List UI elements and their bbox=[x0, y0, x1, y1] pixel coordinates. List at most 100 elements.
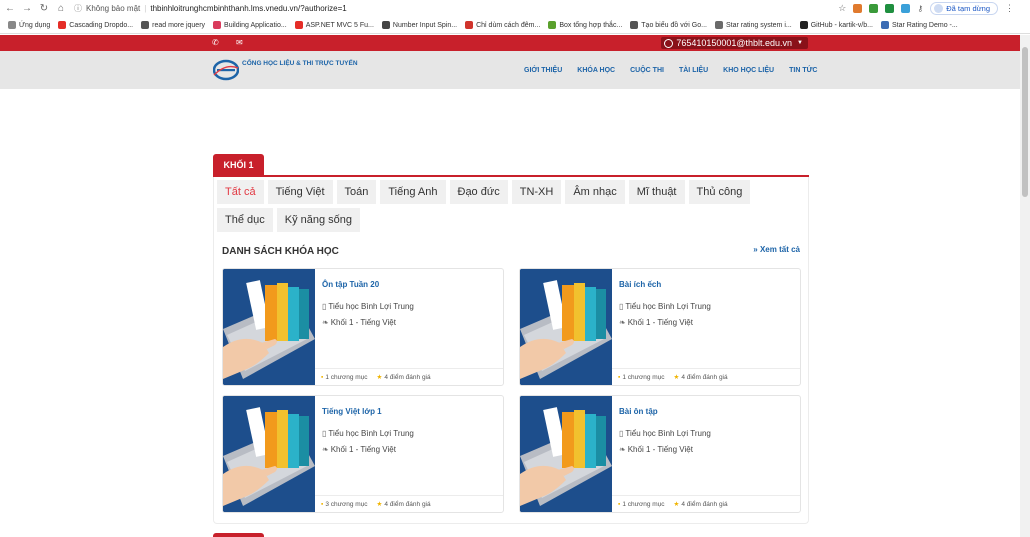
leaf-icon: ❧ bbox=[322, 318, 329, 327]
bookmark-item[interactable]: Ứng dụng bbox=[8, 21, 50, 29]
course-card[interactable]: Ôn tập Tuần 20 ▯ Tiểu học Bình Lợi Trung… bbox=[222, 268, 504, 386]
favicon-icon bbox=[141, 21, 150, 29]
subject-tab[interactable]: Âm nhạc bbox=[565, 180, 625, 204]
bookmark-label: Star rating system i... bbox=[725, 21, 792, 29]
bookmark-item[interactable]: ASP.NET MVC 5 Fu... bbox=[294, 21, 374, 29]
nav-item[interactable]: GIỚI THIỆU bbox=[524, 67, 562, 74]
key-icon[interactable]: ⚷ bbox=[917, 4, 923, 13]
scrollbar-thumb[interactable] bbox=[1022, 47, 1028, 197]
bookmark-item[interactable]: Number Input Spin... bbox=[381, 21, 457, 29]
bookmark-label: Box tổng hợp thắc... bbox=[559, 21, 623, 29]
course-card[interactable]: Tiếng Việt lớp 1 ▯ Tiểu học Bình Lợi Tru… bbox=[222, 395, 504, 513]
bookmark-label: Chỉ dùm cách đêm... bbox=[476, 21, 541, 29]
phone-icon[interactable]: ✆ bbox=[212, 38, 219, 47]
logo-text: CỔNG HỌC LIỆU & THI TRỰC TUYẾN bbox=[242, 60, 358, 67]
favicon-icon bbox=[880, 21, 889, 29]
profile-paused-button[interactable]: Đã tạm dừng bbox=[930, 2, 998, 15]
subject-tab[interactable]: Thủ công bbox=[688, 180, 751, 204]
course-title[interactable]: Tiếng Việt lớp 1 bbox=[322, 407, 382, 416]
bookmark-item[interactable]: GitHub - kartik-v/b... bbox=[799, 21, 873, 29]
folder-icon: ▪ bbox=[618, 500, 621, 508]
bookmark-star-icon[interactable]: ☆ bbox=[838, 3, 846, 14]
account-email: 765410150001@thblt.edu.vn bbox=[676, 38, 793, 48]
bookmark-item[interactable]: Star rating system i... bbox=[714, 21, 792, 29]
subject-tab[interactable]: Thể dục bbox=[217, 208, 273, 232]
logo-icon bbox=[213, 59, 239, 81]
favicon-icon bbox=[799, 21, 808, 29]
course-school-row: ▯ Tiểu học Bình Lợi Trung bbox=[322, 302, 414, 311]
nav-item[interactable]: KHÓA HỌC bbox=[577, 67, 615, 74]
menu-dots-icon[interactable]: ⋮ bbox=[1005, 3, 1014, 14]
course-thumbnail[interactable] bbox=[520, 396, 612, 512]
apps-grid-icon bbox=[8, 21, 16, 29]
favicon-icon bbox=[630, 21, 639, 29]
bookmark-item[interactable]: read more jquery bbox=[141, 21, 205, 29]
bookmark-item[interactable]: Tạo biểu đồ với Go... bbox=[630, 21, 707, 29]
home-icon[interactable]: ⌂ bbox=[54, 3, 68, 14]
page-scrollbar[interactable] bbox=[1020, 35, 1030, 537]
extension-icon-2[interactable] bbox=[869, 4, 879, 13]
bookmarks-bar: Ứng dụng Cascading Dropdo... read more jqu… bbox=[0, 17, 1030, 34]
extension-icon-1[interactable] bbox=[853, 4, 863, 13]
subject-tab[interactable]: Toán bbox=[336, 180, 377, 204]
course-footer: ▪ 1 chương mục ★ 4 điểm đánh giá bbox=[612, 368, 800, 385]
next-section-tab[interactable] bbox=[213, 533, 264, 537]
nav-item[interactable]: TIN TỨC bbox=[789, 67, 817, 74]
subject-tab[interactable]: TN-XH bbox=[511, 180, 562, 204]
forward-icon[interactable]: → bbox=[20, 3, 34, 14]
course-card[interactable]: Bài ích ếch ▯ Tiểu học Bình Lợi Trung ❧ … bbox=[519, 268, 801, 386]
nav-item[interactable]: TÀI LIỆU bbox=[679, 67, 708, 74]
course-grade: Khối 1 - Tiếng Việt bbox=[627, 318, 693, 327]
mail-icon[interactable]: ✉ bbox=[236, 38, 243, 47]
bookmark-item[interactable]: Cascading Dropdo... bbox=[58, 21, 133, 29]
bookmark-label: ASP.NET MVC 5 Fu... bbox=[305, 21, 374, 29]
bookmark-item[interactable]: Box tổng hợp thắc... bbox=[548, 21, 622, 29]
account-menu[interactable]: 765410150001@thblt.edu.vn ▼ bbox=[661, 37, 808, 49]
subject-tab[interactable]: Mĩ thuật bbox=[628, 180, 685, 204]
course-thumbnail[interactable] bbox=[520, 269, 612, 385]
bookmark-item[interactable]: Chỉ dùm cách đêm... bbox=[465, 21, 540, 29]
course-card[interactable]: Bài ôn tập ▯ Tiểu học Bình Lợi Trung ❧ K… bbox=[519, 395, 801, 513]
nav-item[interactable]: CUỘC THI bbox=[630, 67, 664, 74]
building-icon: ▯ bbox=[322, 302, 327, 311]
bookmark-label: Cascading Dropdo... bbox=[69, 21, 134, 29]
address-bar[interactable]: ⓘ Không bảo mật | thbinhloitrunghcmbinht… bbox=[74, 2, 347, 15]
course-rating: 4 điểm đánh giá bbox=[681, 374, 728, 381]
url-text[interactable]: thbinhloitrunghcmbinhthanh.lms.vnedu.vn/… bbox=[150, 4, 346, 13]
site-topbar: ✆ ✉ 765410150001@thblt.edu.vn ▼ bbox=[0, 35, 1020, 51]
extension-icon-4[interactable] bbox=[901, 4, 911, 13]
course-title[interactable]: Ôn tập Tuần 20 bbox=[322, 280, 379, 289]
rating-info: ★ 4 điểm đánh giá bbox=[674, 500, 728, 508]
reload-icon[interactable]: ↻ bbox=[37, 3, 51, 14]
main-nav: GIỚI THIỆU KHÓA HỌC CUỘC THI TÀI LIỆU KHO HỌ… bbox=[524, 67, 817, 74]
bookmark-item[interactable]: Building Applicatio... bbox=[213, 21, 287, 29]
course-school: Tiểu học Bình Lợi Trung bbox=[625, 302, 711, 311]
bookmark-item[interactable]: Star Rating Demo -... bbox=[880, 21, 958, 29]
subject-tab[interactable]: Tiếng Anh bbox=[380, 180, 446, 204]
course-grade: Khối 1 - Tiếng Việt bbox=[330, 445, 396, 454]
course-thumbnail[interactable] bbox=[223, 396, 315, 512]
nav-item[interactable]: KHO HỌC LIỆU bbox=[723, 67, 774, 74]
back-icon[interactable]: ← bbox=[3, 3, 17, 14]
course-footer: ▪ 1 chương mục ★ 4 điểm đánh giá bbox=[612, 495, 800, 512]
leaf-icon: ❧ bbox=[619, 445, 626, 454]
info-icon[interactable]: ⓘ bbox=[74, 3, 82, 14]
subject-tab[interactable]: Đạo đức bbox=[449, 180, 508, 204]
course-thumbnail[interactable] bbox=[223, 269, 315, 385]
subject-tab[interactable]: Tất cả bbox=[217, 180, 264, 204]
site-logo[interactable]: CỔNG HỌC LIỆU & THI TRỰC TUYẾN bbox=[213, 59, 358, 81]
site-header: CỔNG HỌC LIỆU & THI TRỰC TUYẾN GIỚI THIỆ… bbox=[0, 51, 1020, 89]
course-title[interactable]: Bài ích ếch bbox=[619, 280, 661, 289]
course-title[interactable]: Bài ôn tập bbox=[619, 407, 658, 416]
bookmark-label: Building Applicatio... bbox=[224, 21, 287, 29]
grade-tab[interactable]: KHỐI 1 bbox=[213, 154, 264, 176]
chapters-info: ▪ 1 chương mục bbox=[618, 374, 665, 381]
subject-tab[interactable]: Tiếng Việt bbox=[267, 180, 333, 204]
extension-icon-3[interactable] bbox=[885, 4, 895, 13]
subject-tab[interactable]: Kỹ năng sống bbox=[276, 208, 361, 232]
books-laptop-image bbox=[520, 396, 612, 512]
see-all-link[interactable]: » Xem tất cả bbox=[753, 245, 800, 254]
favicon-icon bbox=[465, 21, 474, 29]
course-grade-row: ❧ Khối 1 - Tiếng Việt bbox=[322, 445, 396, 454]
leaf-icon: ❧ bbox=[619, 318, 626, 327]
